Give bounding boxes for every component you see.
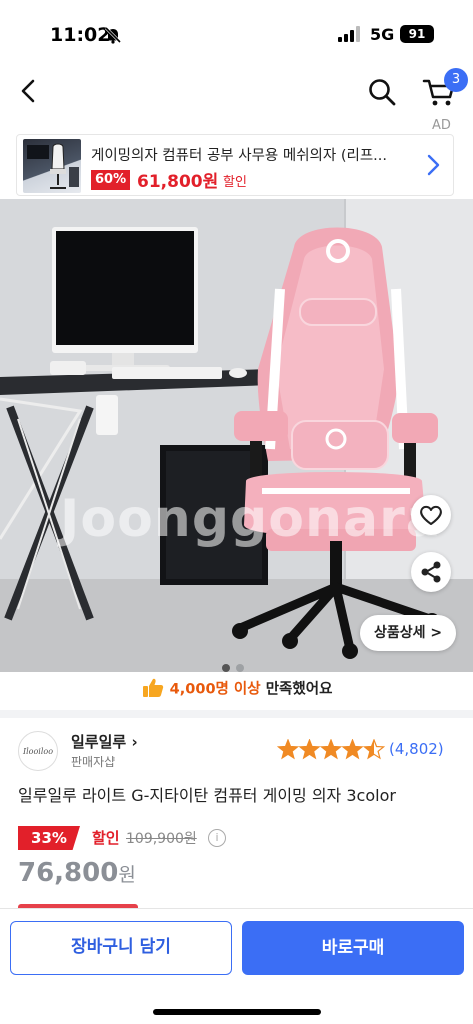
chevron-right-icon: › bbox=[131, 733, 138, 751]
discount-badge: 33% bbox=[18, 826, 80, 850]
seller-type: 판매자샵 bbox=[71, 755, 116, 769]
sale-price-unit: 원 bbox=[118, 864, 136, 886]
thumbs-up-icon bbox=[142, 678, 163, 697]
share-button[interactable] bbox=[411, 552, 451, 592]
page-dot bbox=[236, 664, 244, 672]
bottom-action-bar: 장바구니 담기 바로구매 bbox=[0, 908, 473, 1024]
share-icon bbox=[421, 561, 441, 583]
status-time: 11:02 bbox=[50, 24, 111, 46]
satisfaction-banner: 4,000명 이상 만족했어요 bbox=[0, 676, 473, 706]
product-image[interactable]: Joonggonara 상품상세 > bbox=[0, 199, 473, 672]
battery-icon: 91 bbox=[400, 25, 434, 43]
star-icon bbox=[362, 739, 385, 760]
satisfaction-count: 4,000명 이상 bbox=[169, 681, 261, 698]
buy-now-button[interactable]: 바로구매 bbox=[242, 921, 464, 975]
ad-label: AD bbox=[432, 118, 451, 133]
ad-thumbnail bbox=[23, 139, 81, 193]
discount-label: 할인 bbox=[92, 829, 120, 847]
info-icon[interactable]: i bbox=[208, 829, 226, 847]
star-icon bbox=[319, 739, 343, 760]
image-page-indicator bbox=[222, 657, 250, 672]
chevron-right-icon bbox=[427, 154, 440, 176]
cart-count-badge: 3 bbox=[444, 68, 468, 92]
sale-price-value: 76,800 bbox=[18, 858, 119, 888]
heart-icon bbox=[420, 505, 442, 525]
ad-banner[interactable]: 게이밍의자 컴퓨터 공부 사무용 메쉬의자 (리프... 60% 61,800원… bbox=[16, 134, 454, 196]
star-icon bbox=[341, 739, 364, 760]
top-nav bbox=[0, 64, 473, 120]
ad-title: 게이밍의자 컴퓨터 공부 사무용 메쉬의자 (리프... bbox=[91, 148, 387, 164]
network-label: 5G bbox=[370, 25, 395, 44]
home-indicator[interactable] bbox=[153, 1009, 321, 1015]
add-to-cart-button[interactable]: 장바구니 담기 bbox=[10, 921, 232, 975]
product-title: 일루일루 라이트 G-지타이탄 컴퓨터 게이밍 의자 3color bbox=[18, 786, 396, 805]
review-count-link[interactable]: (4,802) bbox=[389, 740, 444, 758]
gaming-chair-photo bbox=[0, 199, 473, 672]
section-divider bbox=[0, 710, 473, 718]
product-detail-button[interactable]: 상품상세 > bbox=[360, 615, 457, 651]
page-dot-active bbox=[222, 664, 230, 672]
seller-name: 일루일루 bbox=[71, 733, 127, 751]
seller-name-link[interactable]: 일루일루 › bbox=[71, 731, 138, 752]
star-icon bbox=[298, 739, 321, 760]
search-icon[interactable] bbox=[366, 76, 398, 108]
ad-price-tag: 할인 bbox=[223, 175, 247, 190]
sale-price: 76,800원 bbox=[18, 858, 136, 888]
ad-price: 61,800원 bbox=[137, 172, 219, 192]
original-price: 109,900원 bbox=[126, 831, 197, 847]
watermark-text: Joonggonara bbox=[60, 489, 442, 549]
ad-discount-badge: 60% bbox=[91, 170, 131, 190]
signal-icon bbox=[338, 26, 362, 42]
chevron-left-icon[interactable] bbox=[14, 76, 44, 106]
status-bar: 11:02 5G 91 bbox=[0, 0, 473, 64]
like-button[interactable] bbox=[411, 495, 451, 535]
star-icon bbox=[277, 739, 300, 760]
satisfaction-text: 만족했어요 bbox=[265, 681, 333, 698]
seller-logo[interactable]: Ilooiloo bbox=[18, 731, 58, 771]
bell-off-icon bbox=[104, 26, 122, 44]
rating-stars[interactable] bbox=[277, 739, 385, 761]
